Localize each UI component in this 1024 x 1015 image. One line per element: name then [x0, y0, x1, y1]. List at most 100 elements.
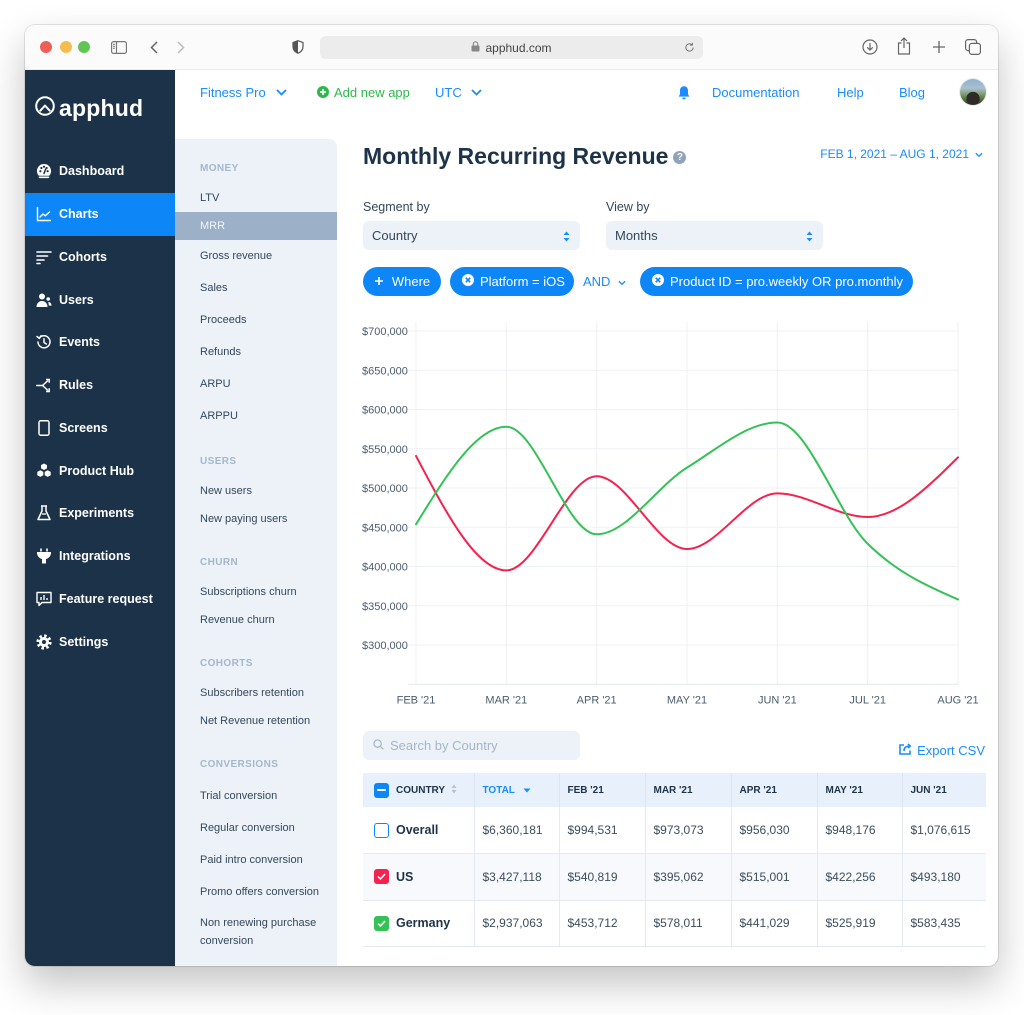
submenu-item-proceeds[interactable]: Proceeds	[175, 304, 337, 336]
help-link[interactable]: Help	[837, 83, 864, 101]
view-by-select[interactable]: Months	[606, 221, 823, 250]
downloads-icon[interactable]	[862, 39, 878, 55]
sidebar-item-charts[interactable]: Charts	[25, 192, 175, 236]
logo[interactable]: apphud	[35, 95, 143, 121]
row-checkbox[interactable]	[374, 869, 389, 885]
column-header-feb-21[interactable]: FEB '21	[559, 773, 646, 807]
date-range-picker[interactable]: FEB 1, 2021 – AUG 1, 2021	[820, 146, 983, 162]
filter-operator-select[interactable]: AND	[583, 274, 628, 289]
address-bar[interactable]: apphud.com	[320, 36, 703, 59]
submenu-section-money: MONEY LTV MRR Gross revenue Sales Proceeds Ref…	[175, 161, 337, 432]
sidebar-item-label: Integrations	[59, 549, 131, 564]
submenu-item-gross-revenue[interactable]: Gross revenue	[175, 240, 337, 272]
column-header-total[interactable]: TOTAL	[474, 773, 560, 807]
segment-by-select[interactable]: Country	[363, 221, 580, 250]
column-header-label: MAR '21	[653, 784, 693, 796]
sort-desc-icon[interactable]	[523, 785, 531, 796]
column-header-content: COUNTRY	[374, 782, 474, 798]
reload-icon[interactable]	[684, 42, 695, 56]
submenu-item-promo-offers-conversion[interactable]: Promo offers conversion	[175, 876, 337, 908]
events-icon	[36, 334, 52, 350]
submenu-item-trial-conversion[interactable]: Trial conversion	[175, 780, 337, 812]
row-checkbox[interactable]	[374, 915, 389, 931]
value-cell: $973,073	[645, 807, 732, 854]
submenu-item-paid-intro-conversion[interactable]: Paid intro conversion	[175, 844, 337, 876]
notifications-button[interactable]	[678, 83, 690, 101]
user-avatar[interactable]	[960, 79, 986, 105]
table-row-overall: Overall $6,360,181 $994,531 $973,073 $956,03…	[363, 807, 986, 854]
export-csv-button[interactable]: Export CSV	[899, 742, 985, 758]
sidebar-item-integrations[interactable]: Integrations	[25, 535, 175, 578]
app-switcher[interactable]: Fitness Pro	[200, 83, 287, 101]
close-window-button[interactable]	[40, 41, 52, 53]
sidebar-item-feature-request[interactable]: Feature request	[25, 578, 175, 621]
row-checkbox[interactable]	[374, 822, 389, 838]
submenu-item-arppu[interactable]: ARPPU	[175, 400, 337, 432]
sidebar-item-product-hub[interactable]: Product Hub	[25, 449, 175, 492]
value-cell: $395,062	[645, 853, 732, 901]
tab-overview-icon[interactable]	[965, 39, 981, 55]
country-cell-content: Overall	[374, 822, 474, 838]
column-header-mar-21[interactable]: MAR '21	[645, 773, 732, 807]
add-where-filter-button[interactable]: Where	[363, 267, 441, 296]
submenu-item-mrr[interactable]: MRR	[175, 212, 337, 240]
timezone-select[interactable]: UTC	[435, 83, 482, 101]
experiments-icon	[36, 505, 52, 521]
mrr-line-chart[interactable]: $300,000 $350,000 $400,000 $450,000 $500,000…	[355, 315, 995, 715]
add-new-app-button[interactable]: Add new app	[317, 83, 410, 101]
submenu-item-arpu[interactable]: ARPU	[175, 368, 337, 400]
submenu-item-net-revenue-retention[interactable]: Net Revenue retention	[175, 707, 337, 735]
column-header-may-21[interactable]: MAY '21	[817, 773, 903, 807]
privacy-shield-icon[interactable]	[292, 40, 304, 54]
sidebar-item-cohorts[interactable]: Cohorts	[25, 236, 175, 279]
back-icon[interactable]	[150, 41, 158, 54]
segment-by-label: Segment by	[363, 200, 430, 214]
submenu-item-subscriptions-churn[interactable]: Subscriptions churn	[175, 578, 337, 606]
app-name: Fitness Pro	[200, 84, 266, 100]
zoom-window-button[interactable]	[78, 41, 90, 53]
sidebar-item-settings[interactable]: Settings	[25, 620, 175, 663]
help-icon[interactable]: ?	[673, 150, 687, 164]
sort-icon[interactable]	[451, 784, 457, 797]
blog-link[interactable]: Blog	[899, 83, 925, 101]
documentation-link[interactable]: Documentation	[712, 83, 799, 101]
sidebar-item-label: Dashboard	[59, 164, 125, 179]
chevron-down-icon	[975, 147, 983, 161]
country-cell: Overall	[363, 807, 475, 854]
filter-chip-platform[interactable]: Platform = iOS	[450, 267, 574, 296]
submenu-item-new-paying-users[interactable]: New paying users	[175, 505, 337, 533]
submenu-item-new-users[interactable]: New users	[175, 477, 337, 505]
column-header-apr-21[interactable]: APR '21	[731, 773, 818, 807]
sidebar-toggle-icon[interactable]	[111, 41, 127, 54]
submenu-item-sales[interactable]: Sales	[175, 272, 337, 304]
column-header-country[interactable]: COUNTRY	[363, 773, 475, 807]
value-cell: $2,937,063	[474, 900, 560, 947]
sidebar-item-users[interactable]: Users	[25, 278, 175, 321]
share-icon[interactable]	[897, 37, 911, 55]
column-header-jun-21[interactable]: JUN '21	[902, 773, 986, 807]
forward-icon[interactable]	[177, 41, 185, 54]
filter-chip-product-id[interactable]: Product ID = pro.weekly OR pro.monthly	[640, 267, 913, 296]
search-input[interactable]	[390, 738, 570, 753]
sidebar-item-experiments[interactable]: Experiments	[25, 492, 175, 535]
sidebar-item-label: Experiments	[59, 506, 135, 521]
remove-filter-icon[interactable]	[462, 274, 474, 289]
select-all-checkbox[interactable]	[374, 782, 389, 798]
submenu-item-subscribers-retention[interactable]: Subscribers retention	[175, 679, 337, 707]
submenu-item-regular-conversion[interactable]: Regular conversion	[175, 812, 337, 844]
sidebar-item-events[interactable]: Events	[25, 321, 175, 364]
new-tab-icon[interactable]	[932, 40, 946, 54]
sidebar-item-label: Rules	[59, 378, 94, 393]
minimize-window-button[interactable]	[60, 41, 72, 53]
submenu-section-title: MONEY	[200, 163, 239, 174]
sidebar-item-rules[interactable]: Rules	[25, 364, 175, 407]
submenu-item-non-renewing-purchase-conversion[interactable]: Non renewing purchase conversion	[175, 908, 337, 956]
submenu-item-revenue-churn[interactable]: Revenue churn	[175, 606, 337, 634]
country-cell-content: Germany	[374, 915, 474, 931]
submenu-item-refunds[interactable]: Refunds	[175, 336, 337, 368]
submenu-item-ltv[interactable]: LTV	[175, 184, 337, 212]
sidebar-item-dashboard[interactable]: Dashboard	[25, 150, 175, 193]
remove-filter-icon[interactable]	[652, 274, 664, 289]
country-search[interactable]	[363, 731, 580, 760]
sidebar-item-screens[interactable]: Screens	[25, 407, 175, 450]
